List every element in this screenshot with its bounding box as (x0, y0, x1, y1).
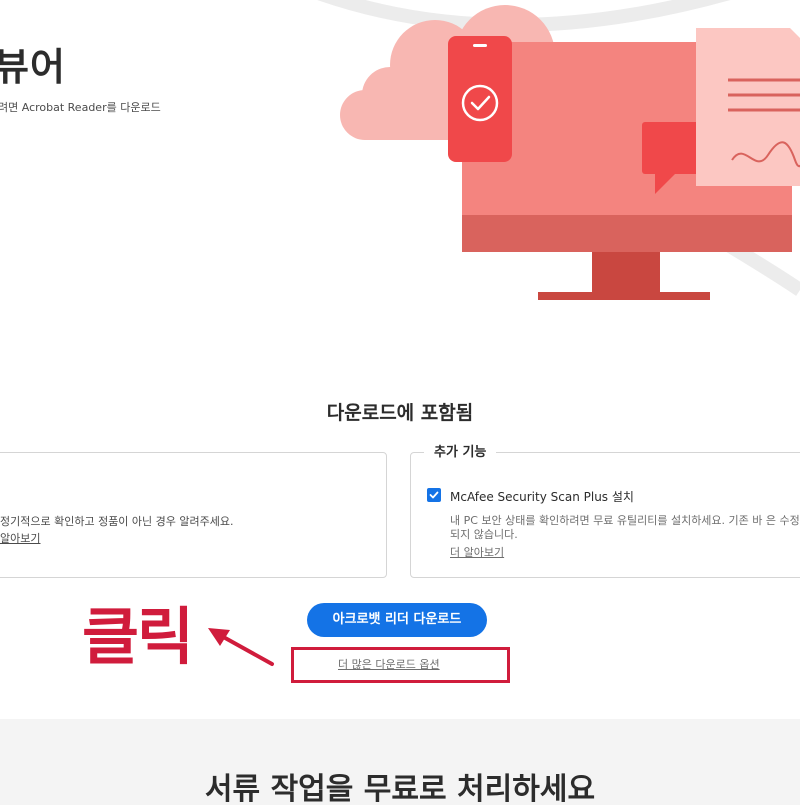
mcafee-checkbox[interactable] (427, 488, 441, 502)
included-heading: 다운로드에 포함됨 (326, 402, 474, 424)
arrow-icon (208, 628, 274, 666)
page-subtitle: 려면 Acrobat Reader를 다운로드 (0, 101, 161, 114)
annotation-highlight-box (291, 647, 510, 683)
monitor-base (538, 292, 710, 300)
monitor-neck (592, 252, 660, 292)
mcafee-learn-more-link[interactable]: 더 알아보기 (450, 544, 504, 560)
left-card-learn-more-link[interactable]: 알아보기 (0, 530, 40, 546)
mcafee-option-description: 내 PC 보안 상태를 확인하려면 무료 유틸리티를 설치하세요. 기존 바 은… (450, 514, 800, 541)
monitor-bezel (462, 215, 792, 252)
phone-icon (448, 36, 512, 162)
document-icon (696, 28, 800, 186)
download-button[interactable]: 아크로뱃 리더 다운로드 (307, 603, 487, 637)
annotation-click-label: 클릭 (82, 600, 194, 673)
optional-features-legend: 추가 기능 (424, 441, 497, 460)
bottom-section-title: 서류 작업을 무료로 처리하세요 (204, 772, 596, 807)
checkmark-icon (429, 491, 439, 499)
hero-illustration (317, 0, 800, 300)
page-title: 뷰어 (0, 45, 66, 89)
left-card-description: 정기적으로 확인하고 정품이 아닌 경우 알려주세요. (0, 515, 234, 528)
mcafee-option-label[interactable]: McAfee Security Scan Plus 설치 (450, 488, 634, 505)
